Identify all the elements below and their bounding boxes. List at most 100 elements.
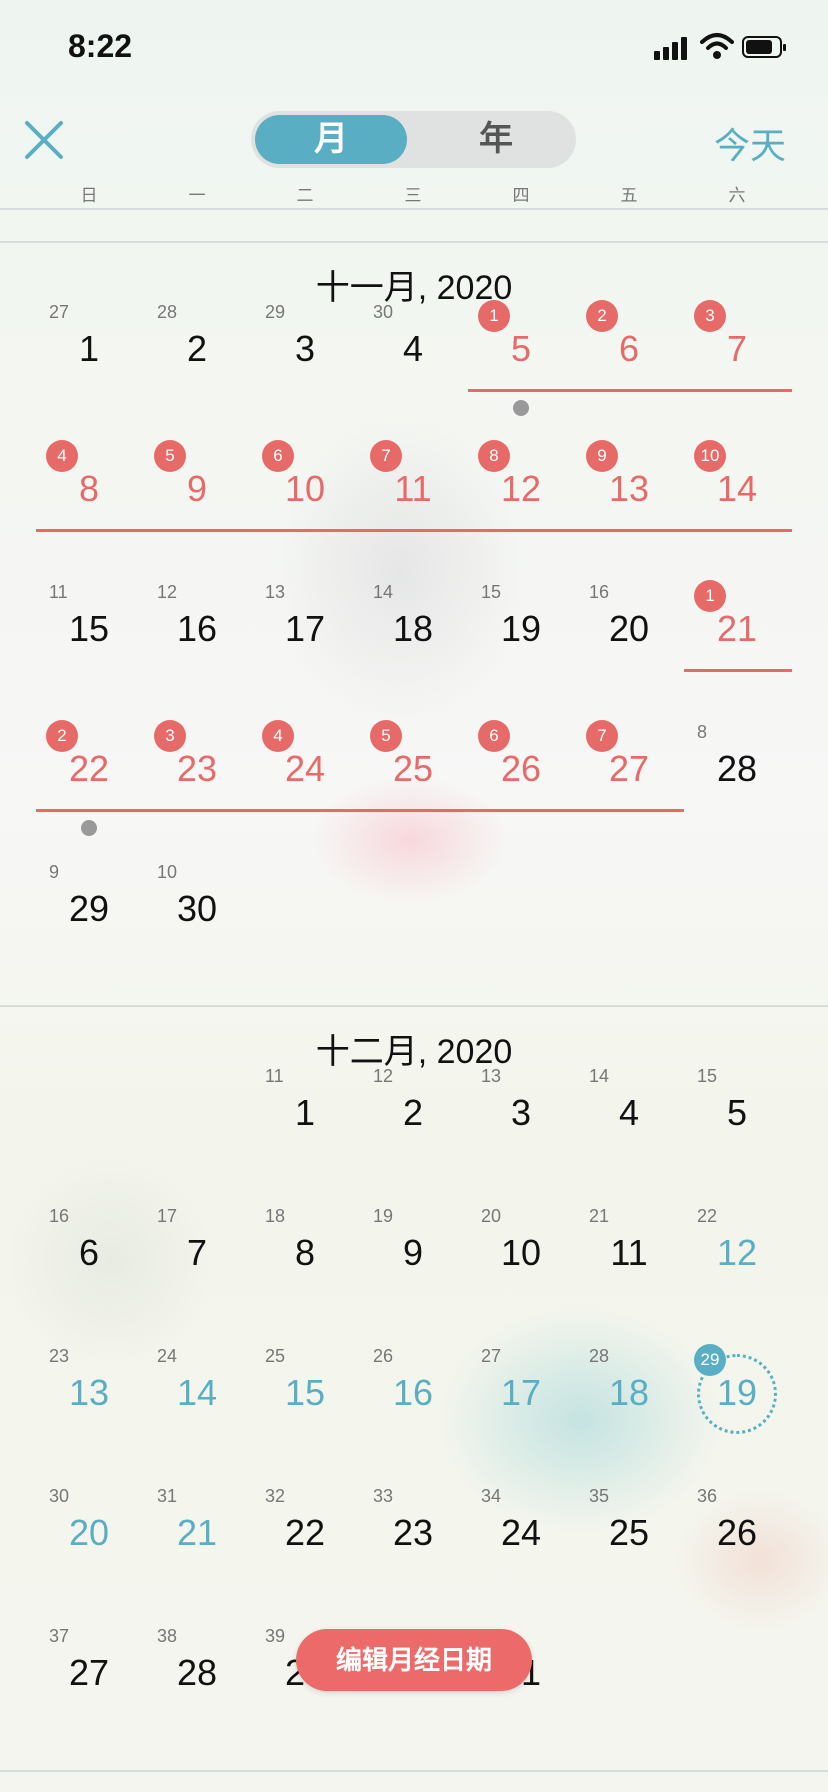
day-cell[interactable]: 12 16: [147, 578, 247, 678]
day-cell[interactable]: 1 21: [687, 578, 787, 678]
wifi-icon: [700, 33, 734, 59]
cycle-day-number: 31: [157, 1486, 178, 1506]
tab-month[interactable]: 月: [255, 115, 407, 164]
day-cell[interactable]: 25 15: [255, 1342, 355, 1442]
weekday-label: 五: [620, 186, 638, 205]
day-cell[interactable]: 13 3: [471, 1062, 571, 1162]
day-cell[interactable]: 35 25: [579, 1482, 679, 1582]
day-number: 18: [392, 608, 434, 649]
close-icon[interactable]: [22, 118, 66, 162]
cycle-day-number: 26: [373, 1346, 394, 1366]
cycle-day-number: 39: [265, 1626, 286, 1646]
day-cell[interactable]: 10 30: [147, 858, 247, 958]
section-divider: [0, 241, 828, 243]
day-cell[interactable]: 37 27: [39, 1622, 139, 1722]
month-divider: [0, 1005, 828, 1007]
cycle-day-number: 12: [157, 582, 178, 602]
day-cell[interactable]: 11 15: [39, 578, 139, 678]
day-cell[interactable]: 3 23: [147, 718, 247, 818]
cycle-day-number: 24: [157, 1346, 178, 1366]
day-number: 17: [500, 1372, 542, 1413]
day-cell[interactable]: 7 11: [363, 438, 463, 538]
day-number: 21: [716, 608, 758, 649]
day-cell[interactable]: 28 18: [579, 1342, 679, 1442]
cycle-day-number: 29: [265, 302, 286, 322]
weekday-label: 四: [512, 186, 530, 205]
day-cell[interactable]: 32 22: [255, 1482, 355, 1582]
day-cell[interactable]: 15: [471, 298, 571, 416]
day-cell[interactable]: 4 24: [255, 718, 355, 818]
day-cell[interactable]: 34 24: [471, 1482, 571, 1582]
day-cell[interactable]: 5 25: [363, 718, 463, 818]
day-cell[interactable]: 8 12: [471, 438, 571, 538]
day-number: 16: [176, 608, 218, 649]
cycle-day-number: 18: [265, 1206, 286, 1226]
day-cell[interactable]: 16 6: [39, 1202, 139, 1302]
day-cell[interactable]: 59: [147, 438, 247, 538]
cycle-day-number: 25: [265, 1346, 286, 1366]
day-cell[interactable]: 6 26: [471, 718, 571, 818]
day-cell[interactable]: 33 23: [363, 1482, 463, 1582]
day-cell[interactable]: 17 7: [147, 1202, 247, 1302]
day-cell[interactable]: 7 27: [579, 718, 679, 818]
day-cell[interactable]: 6 10: [255, 438, 355, 538]
day-cell[interactable]: 30 4: [363, 298, 463, 398]
day-cell[interactable]: 2 22: [39, 718, 139, 836]
today-button[interactable]: 今天: [708, 117, 792, 169]
tab-year[interactable]: 年: [421, 115, 571, 164]
day-cell[interactable]: 31 21: [147, 1482, 247, 1582]
day-cell[interactable]: 29 3: [255, 298, 355, 398]
day-number: 10: [284, 468, 326, 509]
cycle-day-number: 34: [481, 1486, 502, 1506]
edit-period-dates-button[interactable]: 编辑月经日期: [296, 1629, 532, 1691]
day-cell[interactable]: 26 16: [363, 1342, 463, 1442]
day-cell[interactable]: 48: [39, 438, 139, 538]
day-number: 17: [284, 608, 326, 649]
day-cell[interactable]: 22 12: [687, 1202, 787, 1302]
day-cell[interactable]: 9 29: [39, 858, 139, 958]
day-cell[interactable]: 27 1: [39, 298, 139, 398]
day-cell[interactable]: 38 28: [147, 1622, 247, 1722]
day-cell[interactable]: 27 17: [471, 1342, 571, 1442]
day-cell[interactable]: 20 10: [471, 1202, 571, 1302]
day-cell[interactable]: 14 18: [363, 578, 463, 678]
cycle-day-number: 27: [481, 1346, 502, 1366]
day-cell[interactable]: 26: [579, 298, 679, 398]
day-cell[interactable]: 15 5: [687, 1062, 787, 1162]
day-number: 4: [402, 328, 424, 369]
cycle-day-number: 14: [589, 1066, 610, 1086]
day-cell[interactable]: 11 1: [255, 1062, 355, 1162]
day-number: 7: [726, 328, 748, 369]
day-cell[interactable]: 18 8: [255, 1202, 355, 1302]
day-cell[interactable]: 36 26: [687, 1482, 787, 1582]
day-cell[interactable]: 9 13: [579, 438, 679, 538]
day-cell[interactable]: 12 2: [363, 1062, 463, 1162]
cycle-day-number: 36: [697, 1486, 718, 1506]
day-cell[interactable]: 24 14: [147, 1342, 247, 1442]
day-cell[interactable]: 19 9: [363, 1202, 463, 1302]
day-number: 3: [510, 1092, 532, 1133]
day-number: 12: [716, 1232, 758, 1273]
day-cell[interactable]: 28 2: [147, 298, 247, 398]
cycle-day-number: 12: [373, 1066, 394, 1086]
day-number: 23: [392, 1512, 434, 1553]
day-cell[interactable]: 23 13: [39, 1342, 139, 1442]
day-number: 14: [176, 1372, 218, 1413]
today-day-cell[interactable]: 29 19: [687, 1342, 787, 1442]
view-toggle[interactable]: 月 年: [251, 111, 576, 168]
cycle-day-number: 16: [589, 582, 610, 602]
cycle-day-number: 10: [157, 862, 178, 882]
day-cell[interactable]: 37: [687, 298, 787, 398]
day-cell[interactable]: 14 4: [579, 1062, 679, 1162]
day-cell[interactable]: 10 14: [687, 438, 787, 538]
weekday-label: 六: [728, 186, 746, 205]
day-number: 9: [186, 468, 208, 509]
day-cell[interactable]: 30 20: [39, 1482, 139, 1582]
day-cell[interactable]: 8 28: [687, 718, 787, 818]
day-cell[interactable]: 13 17: [255, 578, 355, 678]
day-cell[interactable]: 16 20: [579, 578, 679, 678]
day-cell[interactable]: 21 11: [579, 1202, 679, 1302]
day-number: 13: [608, 468, 650, 509]
day-cell[interactable]: 15 19: [471, 578, 571, 678]
day-number: 1: [294, 1092, 316, 1133]
